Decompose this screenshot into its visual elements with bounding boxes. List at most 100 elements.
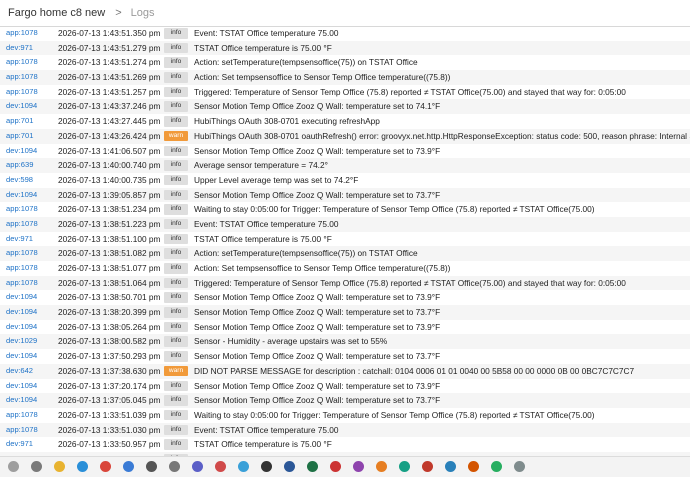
log-source-link[interactable]: app:1078 bbox=[6, 408, 38, 423]
app5-icon[interactable] bbox=[422, 461, 433, 472]
log-row: app:1078 2026-07-13 1:43:51.274 pm info Act… bbox=[0, 55, 690, 70]
log-source-link[interactable]: dev:1094 bbox=[6, 290, 37, 305]
app4-icon[interactable] bbox=[399, 461, 410, 472]
log-source-link[interactable]: dev:598 bbox=[6, 173, 33, 188]
settings-icon[interactable] bbox=[169, 461, 180, 472]
taskview-icon[interactable] bbox=[31, 461, 42, 472]
log-timestamp: 2026-07-13 1:33:51.039 pm bbox=[58, 409, 161, 420]
log-source-link[interactable]: dev:1094 bbox=[6, 320, 37, 335]
log-list[interactable]: app:1078 2026-07-13 1:43:51.350 pm info Eve… bbox=[0, 26, 690, 456]
app2-icon[interactable] bbox=[353, 461, 364, 472]
log-level-info-badge: info bbox=[164, 72, 188, 83]
log-message: Event: TSTAT Office temperature 75.00 bbox=[194, 28, 339, 38]
log-row: dev:1094 2026-07-13 1:39:05.857 pm info Sen… bbox=[0, 187, 690, 203]
log-level-info-badge: info bbox=[164, 57, 188, 68]
log-row: app:1078 2026-07-13 1:33:51.039 pm info Wai… bbox=[0, 408, 690, 423]
app-icon[interactable] bbox=[330, 461, 341, 472]
log-source-link[interactable]: app:1078 bbox=[6, 202, 38, 217]
calendar-icon[interactable] bbox=[215, 461, 226, 472]
log-timestamp: 2026-07-13 1:43:51.269 pm bbox=[58, 72, 161, 83]
log-source-link[interactable]: dev:1094 bbox=[6, 99, 37, 114]
log-source-link[interactable]: dev:1094 bbox=[6, 393, 37, 408]
log-timestamp: 2026-07-13 1:43:51.350 pm bbox=[58, 28, 161, 38]
log-level-info-badge: info bbox=[164, 189, 188, 201]
log-row: dev:971 2026-07-13 1:33:50.957 pm info TSTA… bbox=[0, 437, 690, 452]
log-level-warn-badge: warn bbox=[164, 365, 188, 377]
log-message: Sensor Motion Temp Office Zooz Q Wall: t… bbox=[194, 351, 441, 362]
log-message: Sensor Motion Temp Office Zooz Q Wall: t… bbox=[194, 145, 441, 156]
log-message: TSTAT Office temperature is 75.00 °F bbox=[194, 42, 332, 53]
log-source-link[interactable]: app:701 bbox=[6, 129, 33, 144]
log-timestamp: 2026-07-13 1:38:51.100 pm bbox=[58, 233, 161, 244]
log-source-link[interactable]: app:1078 bbox=[6, 261, 38, 276]
log-source-link[interactable]: dev:1094 bbox=[6, 379, 37, 394]
log-message: Event: TSTAT Office temperature 75.00 bbox=[194, 218, 339, 229]
log-source-link[interactable]: app:1078 bbox=[6, 26, 38, 41]
store-icon[interactable] bbox=[146, 461, 157, 472]
mail-icon[interactable] bbox=[123, 461, 134, 472]
log-row: app:1078 2026-07-13 1:38:51.223 pm info Eve… bbox=[0, 216, 690, 232]
log-source-link[interactable]: dev:1094 bbox=[6, 349, 37, 364]
log-source-link[interactable]: app:1078 bbox=[6, 85, 38, 100]
teams-icon[interactable] bbox=[192, 461, 203, 472]
log-message: Sensor Motion Temp Office Zooz Q Wall: t… bbox=[194, 380, 441, 391]
log-source-link[interactable]: dev:971 bbox=[6, 232, 33, 247]
word-icon[interactable] bbox=[284, 461, 295, 472]
chrome-icon[interactable] bbox=[100, 461, 111, 472]
log-level-info-badge: info bbox=[164, 145, 188, 156]
log-level-info-badge: info bbox=[164, 277, 188, 289]
log-timestamp: 2026-07-13 1:38:05.264 pm bbox=[58, 321, 161, 332]
log-source-link[interactable]: dev:1029 bbox=[6, 334, 37, 349]
terminal-icon[interactable] bbox=[261, 461, 272, 472]
log-row: dev:971 2026-07-13 1:43:51.279 pm info TSTA… bbox=[0, 40, 690, 56]
log-row: app:1078 2026-07-13 1:38:51.064 pm info Tri… bbox=[0, 275, 690, 291]
breadcrumb-hub-name[interactable]: Fargo home c8 new bbox=[8, 7, 105, 19]
log-row: app:1078 2026-07-13 1:43:51.269 pm info Act… bbox=[0, 70, 690, 85]
excel-icon[interactable] bbox=[307, 461, 318, 472]
log-level-info-badge: info bbox=[164, 351, 188, 362]
log-source-link[interactable]: app:701 bbox=[6, 114, 33, 129]
log-level-info-badge: info bbox=[164, 307, 188, 318]
app3-icon[interactable] bbox=[376, 461, 387, 472]
log-message: Waiting to stay 0:05:00 for Trigger: Tem… bbox=[194, 409, 595, 420]
log-level-info-badge: info bbox=[164, 395, 188, 406]
log-source-link[interactable]: app:639 bbox=[6, 158, 33, 173]
log-timestamp: 2026-07-13 1:43:26.424 pm bbox=[58, 130, 161, 141]
log-source-link[interactable]: dev:1094 bbox=[6, 188, 37, 203]
app9-icon[interactable] bbox=[514, 461, 525, 472]
explorer-icon[interactable] bbox=[54, 461, 65, 472]
log-message: Waiting to stay 0:05:00 for Trigger: Tem… bbox=[194, 204, 595, 215]
log-source-link[interactable]: app:1078 bbox=[6, 423, 38, 438]
log-message: Sensor Motion Temp Office Zooz Q Wall: t… bbox=[194, 189, 441, 200]
log-level-info-badge: info bbox=[164, 86, 188, 98]
log-message: HubiThings OAuth 308-0701 executing refr… bbox=[194, 116, 380, 127]
log-source-link[interactable]: dev:642 bbox=[6, 364, 33, 379]
log-timestamp: 2026-07-13 1:43:51.279 pm bbox=[58, 42, 161, 53]
log-row: app:1078 2026-07-13 1:43:51.257 pm info Tri… bbox=[0, 85, 690, 100]
log-source-link[interactable]: dev:971 bbox=[6, 41, 33, 56]
log-timestamp: 2026-07-13 1:38:00.582 pm bbox=[58, 336, 161, 347]
log-source-link[interactable]: app:1078 bbox=[6, 217, 38, 232]
app6-icon[interactable] bbox=[445, 461, 456, 472]
edge-icon[interactable] bbox=[77, 461, 88, 472]
log-message: Sensor Motion Temp Office Zooz Q Wall: t… bbox=[194, 307, 441, 318]
log-source-link[interactable]: app:1078 bbox=[6, 276, 38, 291]
log-source-link[interactable]: dev:971 bbox=[6, 437, 33, 452]
app7-icon[interactable] bbox=[468, 461, 479, 472]
log-source-link[interactable]: dev:1094 bbox=[6, 305, 37, 320]
photos-icon[interactable] bbox=[238, 461, 249, 472]
log-timestamp: 2026-07-13 1:33:51.030 pm bbox=[58, 424, 161, 435]
app8-icon[interactable] bbox=[491, 461, 502, 472]
log-message: Upper Level average temp was set to 74.2… bbox=[194, 174, 359, 185]
log-source-link[interactable]: app:1078 bbox=[6, 70, 38, 85]
log-row: app:1078 2026-07-13 1:38:51.077 pm info Act… bbox=[0, 261, 690, 276]
log-source-link[interactable]: dev:1094 bbox=[6, 144, 37, 159]
log-source-link[interactable]: app:1078 bbox=[6, 246, 38, 261]
log-row: dev:1094 2026-07-13 1:37:50.293 pm info Sen… bbox=[0, 349, 690, 364]
log-level-info-badge: info bbox=[164, 248, 188, 259]
log-message: Sensor Motion Temp Office Zooz Q Wall: t… bbox=[194, 292, 441, 303]
log-timestamp: 2026-07-13 1:40:00.735 pm bbox=[58, 174, 161, 185]
search-icon[interactable] bbox=[8, 461, 19, 472]
log-message: Sensor Motion Temp Office Zooz Q Wall: t… bbox=[194, 321, 441, 332]
log-source-link[interactable]: app:1078 bbox=[6, 55, 38, 70]
